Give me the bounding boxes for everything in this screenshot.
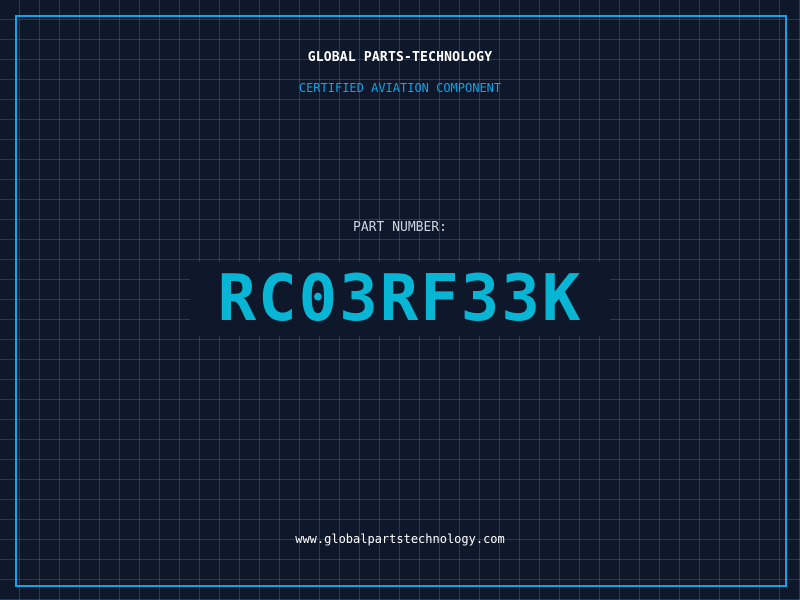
part-number-label: PART NUMBER: xyxy=(353,220,447,235)
company-name: GLOBAL PARTS-TECHNOLOGY xyxy=(307,50,493,65)
website-link[interactable]: www.globalpartstechnology.com xyxy=(0,531,800,547)
certification-subtitle: CERTIFIED AVIATION COMPONENT xyxy=(298,81,502,95)
part-number-value: RC03RF33K xyxy=(217,262,583,336)
